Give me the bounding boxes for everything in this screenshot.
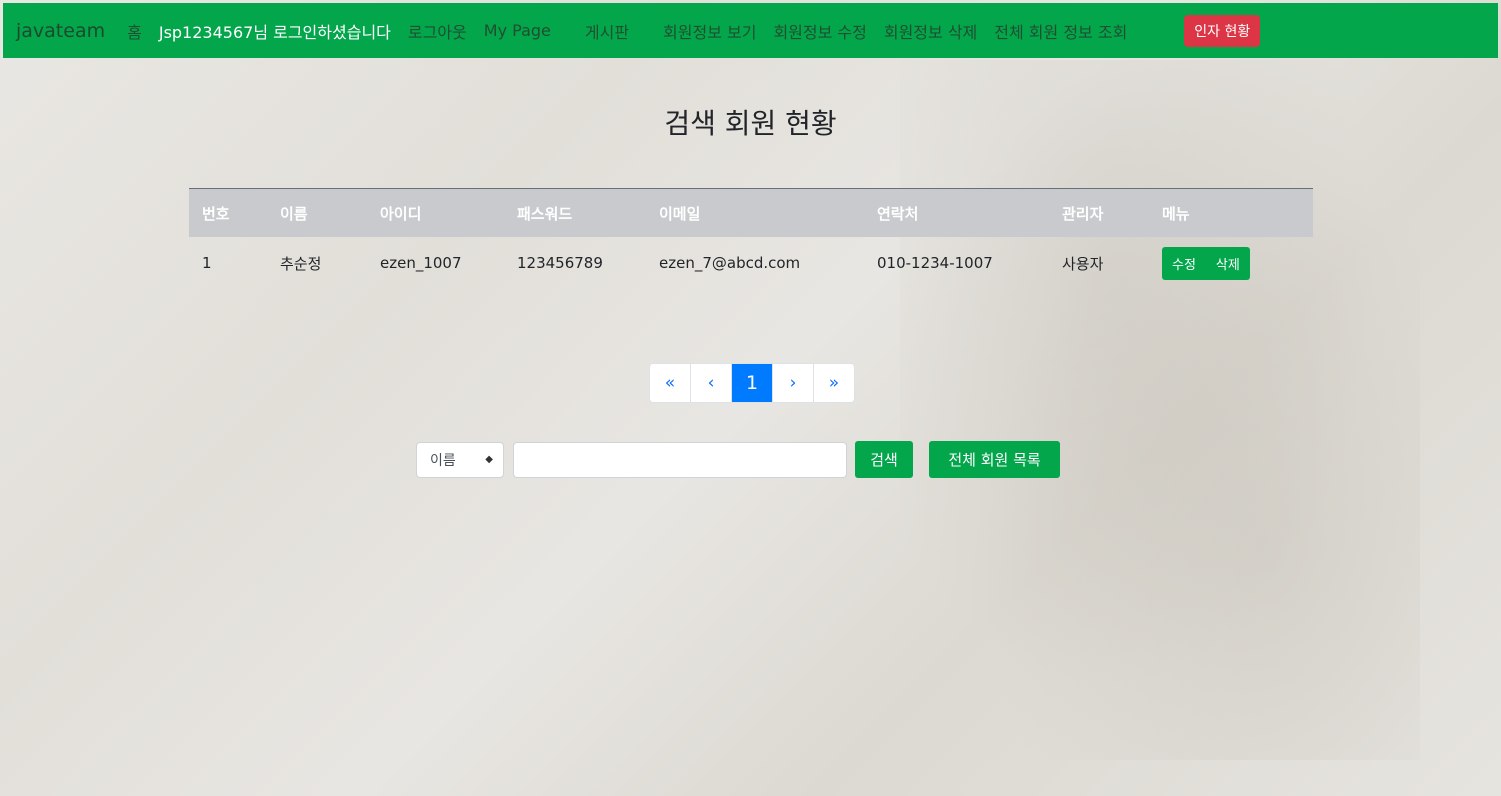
header-no: 번호: [202, 204, 230, 223]
stats-button[interactable]: 인자 현황: [1184, 14, 1261, 47]
nav-member-edit[interactable]: 회원정보 수정: [773, 19, 866, 43]
nav-all-members[interactable]: 전체 회원 정보 조회: [994, 19, 1127, 43]
page-prev-button[interactable]: ‹: [690, 364, 731, 402]
nav-logout[interactable]: 로그아웃: [408, 19, 467, 43]
search-bar: 이름 ◆ 검색 전체 회원 목록: [416, 441, 1060, 478]
table-header-row: 번호 이름 아이디 패스워드 이메일 연락처 관리자 메뉴: [189, 188, 1313, 237]
background-marble: [900, 60, 1420, 760]
top-navbar: javateam 홈 Jsp1234567님 로그인하셨습니다 로그아웃 My …: [3, 3, 1498, 58]
delete-button[interactable]: 삭제: [1206, 247, 1250, 280]
header-menu: 메뉴: [1162, 204, 1190, 223]
cell-email: ezen_7@abcd.com: [659, 254, 801, 272]
header-phone: 연락처: [877, 204, 919, 223]
search-field-select[interactable]: 이름 ◆: [416, 441, 504, 478]
cell-no: 1: [202, 254, 212, 272]
table-row: 1 추순정 ezen_1007 123456789 ezen_7@abcd.co…: [189, 237, 1313, 289]
edit-button[interactable]: 수정: [1162, 247, 1206, 280]
select-updown-icon: ◆: [485, 454, 493, 465]
header-role: 관리자: [1062, 204, 1104, 223]
nav-board[interactable]: 게시판: [585, 19, 629, 43]
nav-member-delete[interactable]: 회원정보 삭제: [884, 19, 977, 43]
header-email: 이메일: [659, 204, 701, 223]
cell-id: ezen_1007: [380, 254, 462, 272]
search-input[interactable]: [513, 441, 847, 478]
nav-user-greeting: Jsp1234567님 로그인하셨습니다: [158, 22, 391, 42]
page-current-button[interactable]: 1: [731, 364, 772, 402]
nav-home[interactable]: 홈: [127, 19, 142, 43]
page-title: 검색 회원 현황: [664, 107, 837, 140]
header-name: 이름: [280, 204, 308, 223]
page-first-button[interactable]: «: [650, 364, 690, 402]
page-last-button[interactable]: »: [813, 364, 854, 402]
search-field-value: 이름: [430, 452, 456, 469]
cell-menu: 수정 삭제: [1149, 237, 1313, 289]
page-next-button[interactable]: ›: [772, 364, 813, 402]
brand-logo[interactable]: javateam: [16, 20, 105, 42]
cell-name: 추순정: [280, 254, 322, 273]
member-table: 번호 이름 아이디 패스워드 이메일 연락처 관리자 메뉴 1 추순정 ezen…: [189, 188, 1313, 289]
nav-member-view[interactable]: 회원정보 보기: [663, 19, 756, 43]
search-button[interactable]: 검색: [855, 441, 913, 478]
cell-password: 123456789: [517, 254, 603, 272]
cell-role: 사용자: [1062, 254, 1104, 273]
header-password: 패스워드: [517, 204, 573, 223]
header-id: 아이디: [380, 204, 422, 223]
all-members-list-button[interactable]: 전체 회원 목록: [929, 441, 1060, 478]
row-action-group: 수정 삭제: [1162, 246, 1250, 280]
pagination: « ‹ 1 › »: [649, 363, 855, 403]
nav-mypage[interactable]: My Page: [484, 21, 551, 40]
cell-phone: 010-1234-1007: [877, 254, 993, 272]
